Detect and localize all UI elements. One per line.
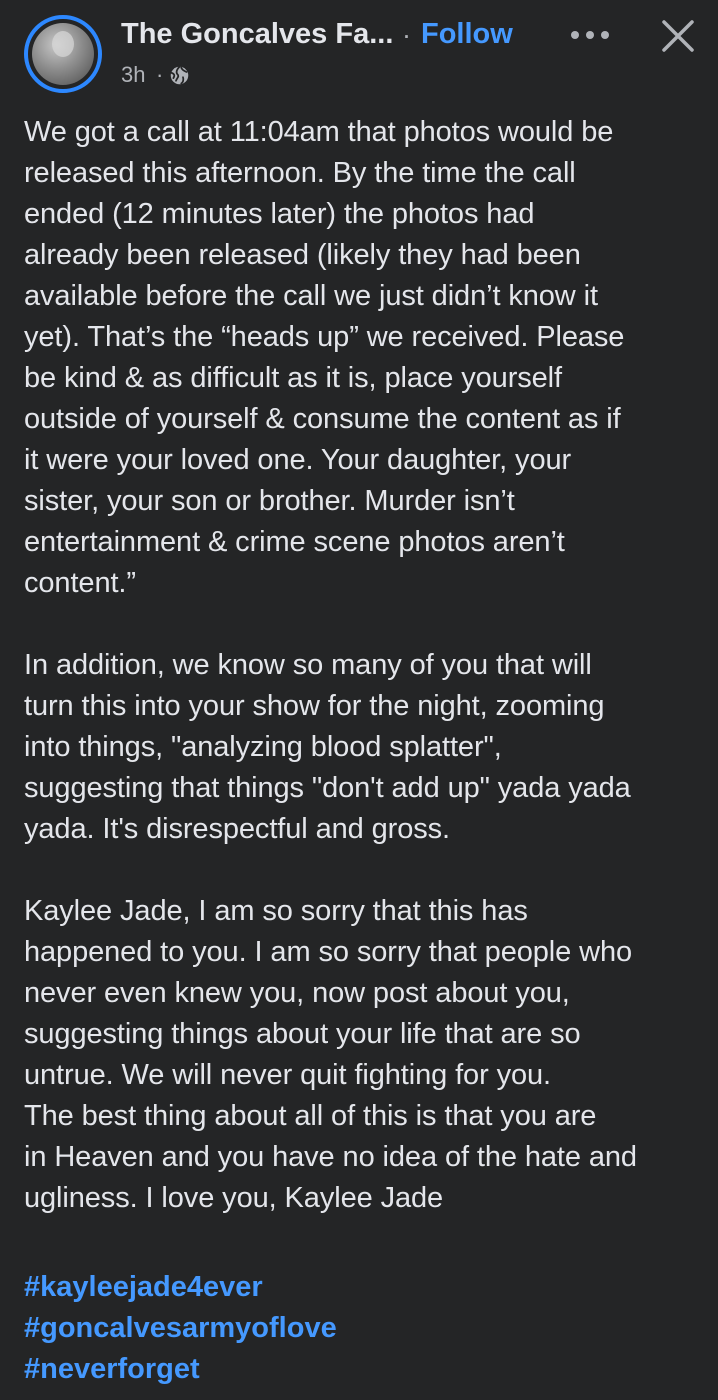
more-horizontal-icon[interactable] xyxy=(568,28,612,42)
hashtag-list: #kayleejade4ever #goncalvesarmyoflove #n… xyxy=(24,1267,337,1390)
follow-button[interactable]: Follow xyxy=(421,18,513,51)
post-timestamp[interactable]: 3h xyxy=(121,62,145,88)
hashtag-link[interactable]: #kayleejade4ever xyxy=(24,1267,337,1308)
post-text: We got a call at 11:04am that photos wou… xyxy=(24,112,706,1260)
post-paragraph: We got a call at 11:04am that photos wou… xyxy=(24,116,625,599)
page-avatar[interactable] xyxy=(24,15,102,93)
hashtag-link[interactable]: #neverforget xyxy=(24,1349,337,1390)
hashtag-link[interactable]: #goncalvesarmyoflove xyxy=(24,1308,337,1349)
post-paragraph: In addition, we know so many of you that… xyxy=(24,649,631,845)
close-icon[interactable] xyxy=(660,18,696,54)
avatar-image xyxy=(32,23,94,85)
post-paragraph: Kaylee Jade, I am so sorry that this has… xyxy=(24,895,637,1214)
separator-dot: · xyxy=(402,20,411,50)
post-header: The Goncalves Fa... · Follow 3h · xyxy=(0,0,718,100)
timestamp-separator: · xyxy=(156,62,164,87)
globe-icon xyxy=(170,65,189,85)
page-name-link[interactable]: The Goncalves Fa... xyxy=(121,18,393,51)
